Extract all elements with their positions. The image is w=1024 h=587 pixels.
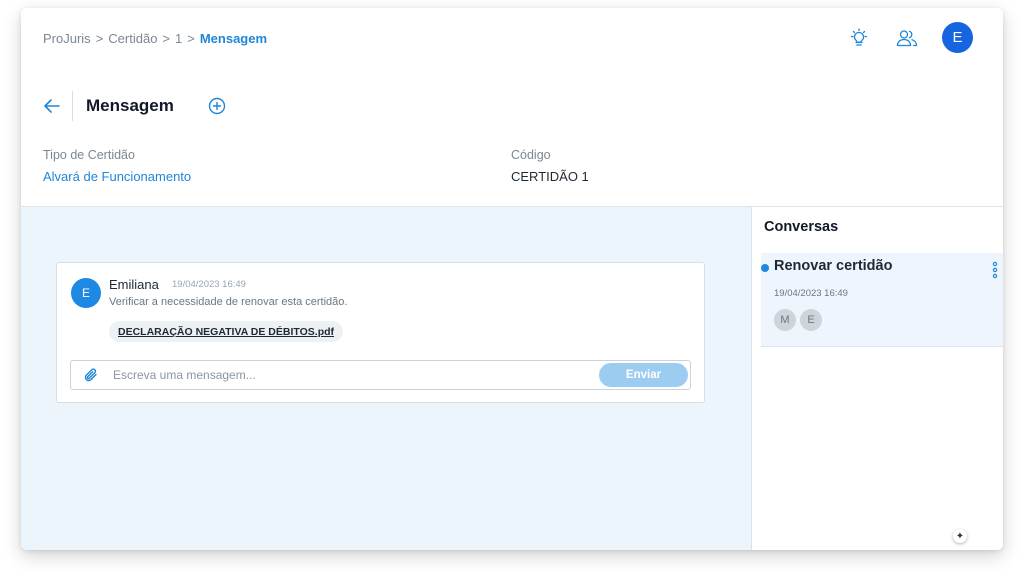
breadcrumb: ProJuris > Certidão > 1 > Mensagem <box>43 31 267 46</box>
sparkle-icon[interactable]: ✦ <box>953 529 967 543</box>
breadcrumb-current: Mensagem <box>199 31 268 46</box>
conversation-name: Renovar certidão <box>774 258 893 274</box>
conversations-panel: Conversas Renovar certidão 19/04/2023 16… <box>751 206 1003 550</box>
send-button[interactable]: Enviar <box>599 363 688 387</box>
title-row: Mensagem <box>41 91 226 121</box>
users-icon[interactable] <box>892 23 922 53</box>
message-author: Emiliana <box>109 277 159 292</box>
message-text: Verificar a necessidade de renovar esta … <box>109 296 348 308</box>
participants: M E <box>774 309 826 331</box>
app-window: ProJuris > Certidão > 1 > Mensagem E Men… <box>21 8 1003 550</box>
chat-area: E Emiliana 19/04/2023 16:49 Verificar a … <box>21 206 751 550</box>
back-arrow-icon[interactable] <box>41 95 63 117</box>
participant-avatar: E <box>800 309 822 331</box>
codigo-value: CERTIDÃO 1 <box>511 169 589 184</box>
page-title: Mensagem <box>86 96 174 115</box>
attachment-link[interactable]: DECLARAÇÃO NEGATIVA DE DÉBITOS.pdf <box>109 321 344 342</box>
divider <box>72 91 73 121</box>
participant-avatar: M <box>774 309 796 331</box>
message-card: E Emiliana 19/04/2023 16:49 Verificar a … <box>56 262 705 403</box>
user-avatar[interactable]: E <box>942 22 973 53</box>
add-circle-icon[interactable] <box>208 97 226 115</box>
tipo-certidao-label: Tipo de Certidão <box>43 148 135 162</box>
conversation-item[interactable]: Renovar certidão 19/04/2023 16:49 M E <box>761 253 1003 347</box>
unread-dot <box>761 264 769 272</box>
message-avatar: E <box>71 278 101 308</box>
message-input[interactable] <box>113 366 583 384</box>
breadcrumb-separator: > <box>95 31 104 46</box>
conversation-time: 19/04/2023 16:49 <box>774 288 848 299</box>
more-vertical-icon[interactable] <box>992 261 998 279</box>
lightbulb-icon[interactable] <box>844 23 874 53</box>
tipo-certidao-value[interactable]: Alvará de Funcionamento <box>43 169 191 184</box>
breadcrumb-separator: > <box>162 31 171 46</box>
codigo-label: Código <box>511 148 551 162</box>
header-actions: E <box>844 22 973 53</box>
conversations-title: Conversas <box>764 219 839 235</box>
breadcrumb-item-certidao[interactable]: Certidão <box>108 31 157 46</box>
top-bar: ProJuris > Certidão > 1 > Mensagem E <box>21 8 1003 70</box>
paperclip-icon[interactable] <box>83 367 99 383</box>
breadcrumb-item-projuris[interactable]: ProJuris <box>43 31 91 46</box>
breadcrumb-separator: > <box>187 31 195 46</box>
breadcrumb-item-id[interactable]: 1 <box>175 31 182 46</box>
message-timestamp: 19/04/2023 16:49 <box>172 279 246 290</box>
message-composer: Enviar <box>70 360 691 390</box>
